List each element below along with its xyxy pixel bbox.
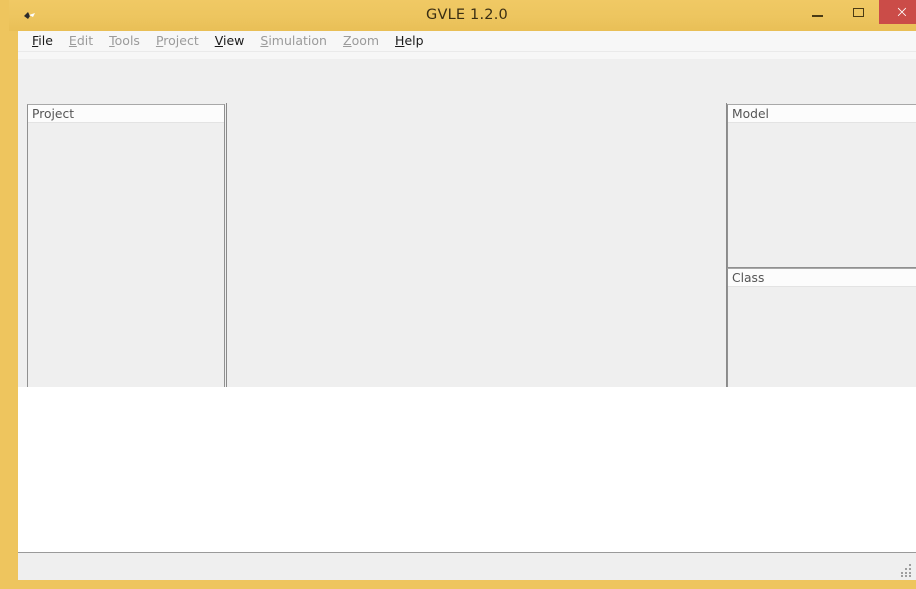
window-title: GVLE 1.2.0 (426, 7, 508, 23)
project-tree-body[interactable] (28, 123, 224, 424)
menu-simulation-rest: imulation (268, 33, 327, 48)
menu-tools-rest: ools (114, 33, 140, 48)
menu-edit-rest: dit (76, 33, 94, 48)
menu-file[interactable]: File (24, 32, 61, 50)
model-tree-pane[interactable]: Model (727, 104, 916, 268)
maximize-button[interactable] (838, 0, 879, 24)
menu-project-rest: roject (163, 33, 199, 48)
menu-file-rest: ile (38, 33, 53, 48)
model-tree-header: Model (728, 105, 916, 123)
class-tree-header: Class (728, 269, 916, 287)
menu-view[interactable]: View (207, 32, 253, 50)
project-tree-header: Project (28, 105, 224, 123)
model-canvas[interactable] (227, 104, 726, 426)
status-bar (18, 552, 916, 580)
menu-help[interactable]: Help (387, 32, 432, 50)
menu-edit[interactable]: Edit (61, 32, 101, 50)
menu-zoom[interactable]: Zoom (335, 32, 387, 50)
project-tree-pane[interactable]: Project (27, 104, 225, 425)
menu-tools[interactable]: Tools (101, 32, 148, 50)
client-area: File Edit Tools Project View Simulation … (18, 31, 916, 580)
menu-bar: File Edit Tools Project View Simulation … (18, 31, 916, 52)
title-bar[interactable]: GVLE 1.2.0 × (9, 0, 916, 31)
close-button[interactable]: × (879, 0, 916, 24)
application-window: GVLE 1.2.0 × File Edit Tools Project Vie… (0, 0, 916, 589)
resize-grip[interactable] (900, 564, 913, 577)
minimize-button[interactable] (797, 0, 838, 24)
model-tree-body[interactable] (728, 123, 916, 267)
menu-project[interactable]: Project (148, 32, 207, 50)
editor-white-area[interactable] (18, 387, 916, 551)
window-controls: × (797, 0, 916, 31)
menu-simulation[interactable]: Simulation (252, 32, 335, 50)
menu-help-rest: elp (404, 33, 424, 48)
menu-zoom-rest: oom (351, 33, 380, 48)
menu-view-rest: iew (223, 33, 245, 48)
